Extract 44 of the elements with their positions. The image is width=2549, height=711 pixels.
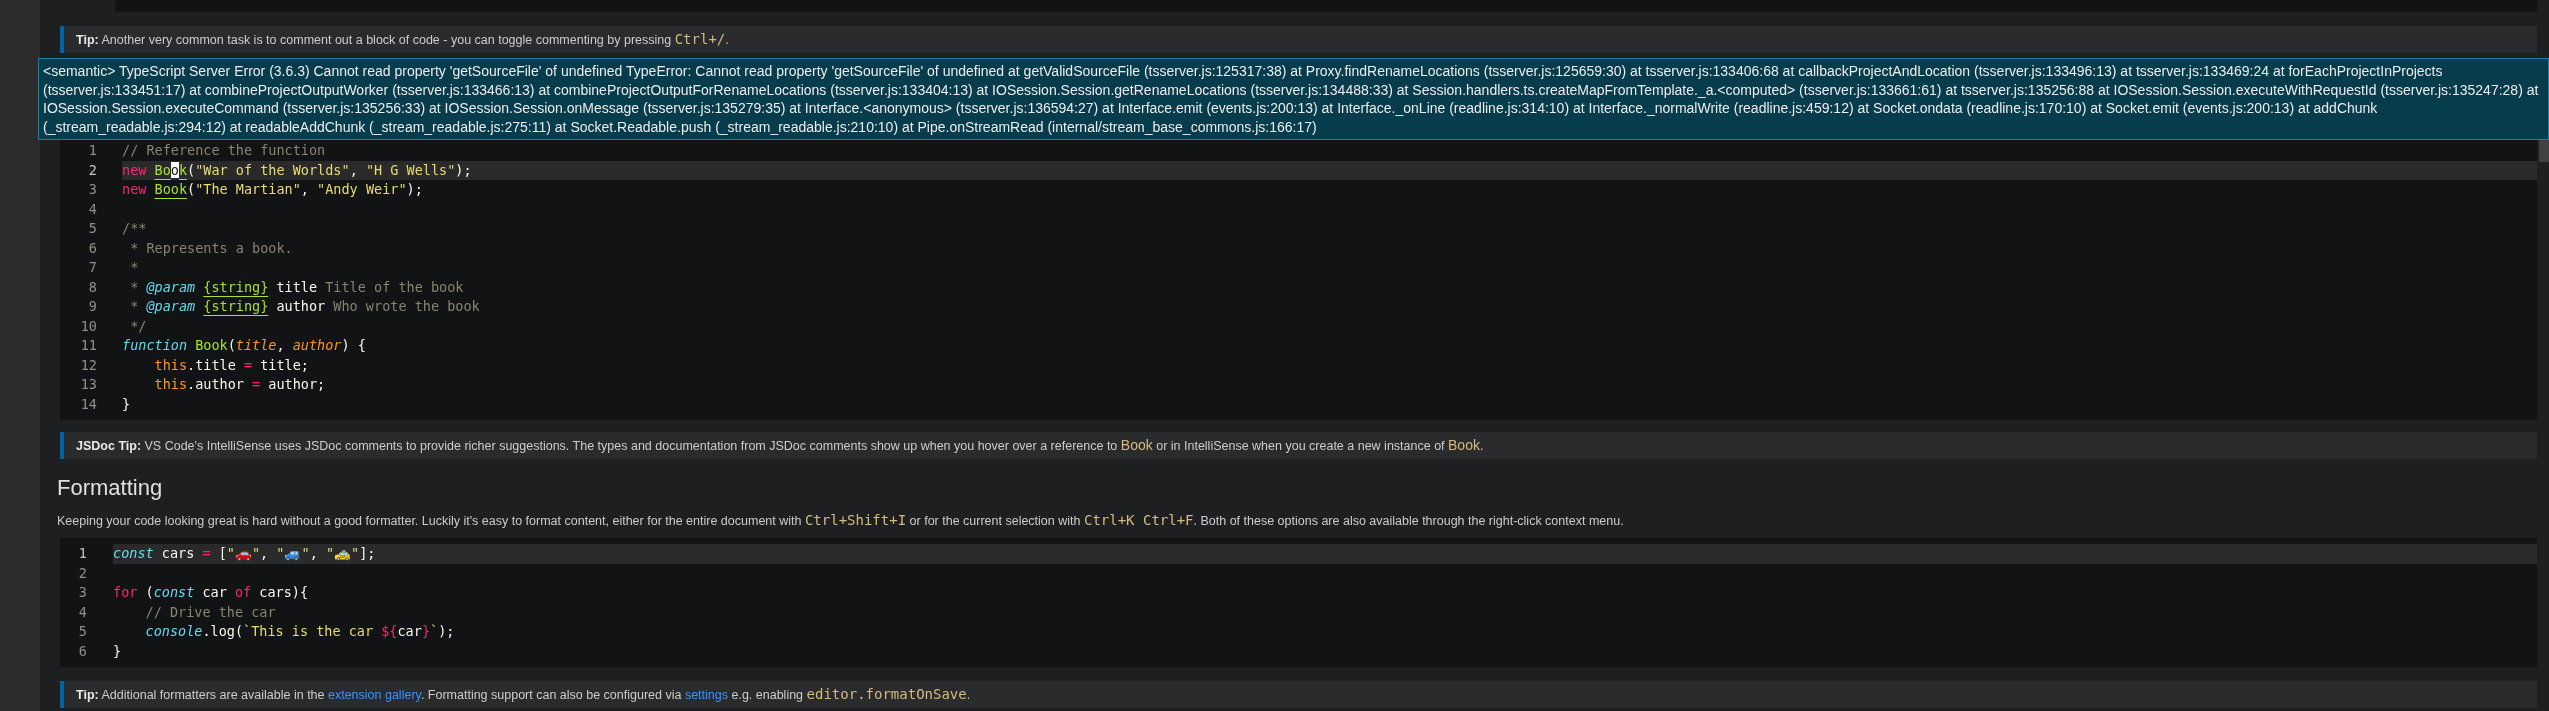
code-line: } [122,395,131,412]
tip-text: Tip: Another very common task is to comment out a block of code - you can toggle commenting by pressing Ctrl+/. [76,30,730,49]
line-number: 1 [87,141,97,160]
error-message: <semantic> TypeScript Server Error (3.6.3) Cannot read property 'getSourceFile' of undefined TypeError: Cannot read property 'getSourceFile' of undefined at getValidSourceFile (tsserver.js:125317:38) at Proxy.findRenameLocations (tsserver.js:125659:30) at tsserver.js:133406:68 at callbackProjectAndLocation (tsserver.js:133496:13) at tsserver.js:133469:24 at forEachProjectInProjects (tsserver.js:133451:17) at combineProjectOutputWorker (tsserver.js:133466:13) at combineProjectOutputForRenameLocations (tsserver.js:133404:13) at IOSession.Session.getRenameLocations (tsserver.js:134488:33) at Session.handlers.ts.createMapFromTemplate._a.<computed> (tsserver.js:133661:61) at tsserver.js:135256:88 at IOSession.Session.executeWithRequestId (tsserver.js:135247:28) at IOSession.Session.executeCommand (tsserver.js:135256:33) at IOSession.Session.onMessage (tsserver.js:135279:35) at Interface.<anonymous> (tsserver.js:136594:27) at Interface.emit (events.js:200:13) at Interface._onLine (readline.js:314:10) at Interface._normalWrite (readline.js:459:12) at Socket.ondata (readline.js:170:10) at Socket.emit (events.js:200:13) at addChunk (_stream_readable.js:294:12) at readableAddChunk (_stream_readable.js:275:11) at Socket.Readable.push (_stream_readable.js:210:10) at Pipe.onStreamRead (internal/stream_base_commons.js:166:17) [43,62,2540,136]
link[interactable]: settings [684,688,728,702]
line-number: 6 [77,641,87,661]
line-number: 4 [77,602,87,622]
code-line: // Reference the function [122,142,326,158]
line-number: 5 [87,219,97,238]
line-number: 11 [79,336,97,355]
line-number: 5 [77,622,87,641]
code-line: // Drive the car [145,603,276,620]
code-line: this.author = author; [154,376,326,392]
code-line: * @param {string} author Who wrote the book [129,298,480,314]
line-number: 8 [87,277,97,297]
tip-text: Tip: Additional formatters are available in the extension gallery. Formatting support can also be configured via settings e.g. enabling editor.formatOnSave. [76,685,972,704]
code-line: this.title = title; [154,356,309,373]
line-number: 14 [79,394,97,414]
code-line: function Book(title, author) { [122,337,366,353]
code-line: } [113,642,122,659]
line-number: 13 [79,375,97,394]
code-line: */ [129,317,147,334]
line-number: 10 [79,316,97,336]
tip-text: JSDoc Tip: VS Code's IntelliSense uses JSDoc comments to provide richer suggestions. The types and documentation from JSDoc comments show up when you hover over a reference to Book or in IntelliSense when you create a new instance of Book. [76,436,1485,455]
line-number: 2 [87,160,97,180]
line-number: 2 [77,563,87,583]
code-line: for (const car of cars){ [113,584,309,600]
line-number: 7 [87,258,97,277]
section-heading: Formatting [57,474,164,502]
line-number: 6 [87,238,97,258]
line-number: 3 [87,180,97,199]
code-line: new Book("The Martian", "Andy Weir"); [122,181,423,197]
line-number: 1 [77,544,87,563]
code-line: * @param {string} title Title of the book [129,278,464,295]
code-line: * Represents a book. [129,239,293,256]
code-line: /** [122,220,147,236]
code-line: * [129,259,139,275]
line-number: 9 [87,297,97,316]
link[interactable]: extension gallery [328,688,421,702]
line-number: 3 [77,583,87,602]
line-number: 12 [79,355,97,375]
paragraph: Keeping your code looking great is hard without a good formatter. Luckily it's easy to format content, either for the entire document with Ctrl+Shift+I or for the current selection with Ctrl+K Ctrl+F. Both of these options are also available through the right-click context menu. [57,511,1625,530]
line-number: 4 [87,199,97,219]
code-line: console.log(`This is the car ${car}`); [145,623,455,639]
